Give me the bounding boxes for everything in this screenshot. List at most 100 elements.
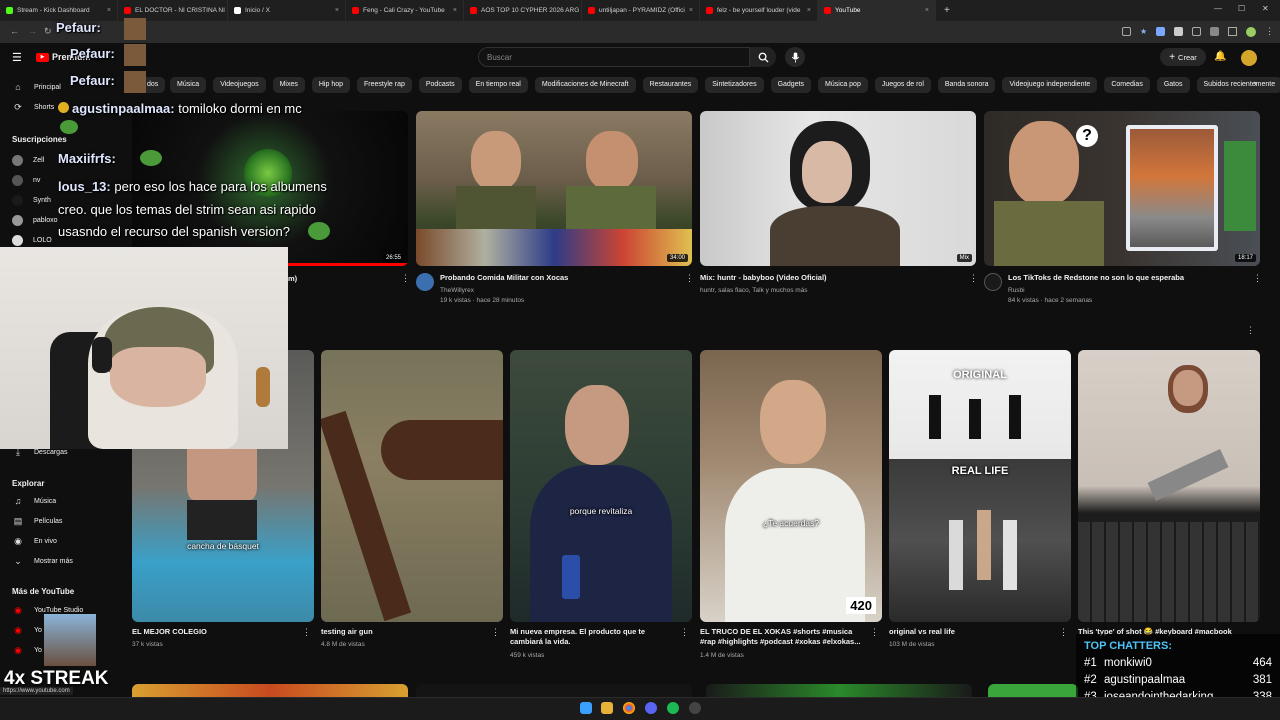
close-tab-icon[interactable]: × [685,7,693,14]
browser-tab[interactable]: AOS TOP 10 CYPHER 2026 ARG× [464,0,582,21]
short-menu-icon[interactable]: ⋮ [680,627,689,638]
category-chip[interactable]: Videojuego independiente [1002,77,1098,93]
extension-icon[interactable] [1192,27,1202,36]
channel-name[interactable]: Rusbi [1008,286,1025,295]
create-button[interactable]: + Crear [1160,48,1206,66]
video-title[interactable]: Probando Comida Militar con Xocas [440,273,568,283]
sidebar-item-youtube-kids[interactable]: ◉ Yo [12,645,42,656]
browser-tab[interactable]: untiljapan - PYRAMIDZ (Offici × [582,0,700,21]
category-chip[interactable]: Música [170,77,207,93]
close-tab-icon[interactable]: × [921,7,929,14]
subscription-item[interactable]: Zell [12,155,44,166]
category-chip[interactable]: Música pop [818,77,868,93]
video-thumbnail[interactable]: Mix [700,111,976,266]
extension-icon[interactable] [1156,27,1166,36]
video-menu-icon[interactable]: ⋮ [401,273,410,284]
extension-icon[interactable] [1210,27,1220,36]
chips-next-icon[interactable]: › [1254,78,1257,88]
search-button[interactable] [749,47,776,67]
short-title[interactable]: EL TRUCO DE EL XOKAS #shorts #musica #ra… [700,627,865,647]
notifications-icon[interactable]: 🔔 [1214,51,1226,62]
sidebar-item-musica[interactable]: ♫ Música [12,496,57,506]
file-explorer-icon[interactable] [601,702,613,714]
extension-icon[interactable] [1174,27,1184,36]
category-chip[interactable]: Comedias [1104,77,1150,93]
video-menu-icon[interactable]: ⋮ [1253,273,1262,284]
profile-avatar[interactable] [1246,27,1257,37]
menu-icon[interactable]: ☰ [12,51,22,64]
category-chip[interactable]: Subidos recientemente [1196,77,1280,93]
account-avatar[interactable] [1241,50,1257,66]
category-chip[interactable]: Videojuegos [213,77,266,93]
channel-name[interactable]: TheWillyrex [440,286,474,295]
short-thumbnail[interactable] [1078,350,1260,622]
category-chip[interactable]: Mixes [272,77,305,93]
short-title[interactable]: original vs real life [889,627,1049,637]
extension-icon[interactable] [1122,27,1131,36]
discord-icon[interactable] [645,702,657,714]
close-tab-icon[interactable]: × [103,7,111,14]
short-title[interactable]: testing air gun [321,627,481,637]
browser-menu-icon[interactable]: ⋮ [1265,27,1274,37]
minimize-icon[interactable]: — [1214,4,1222,13]
category-chip[interactable]: Modificaciones de Minecraft [534,77,636,93]
browser-tab[interactable]: YouTube × [818,0,936,21]
shorts-section-menu-icon[interactable]: ⋮ [1246,325,1255,336]
spotify-icon[interactable] [667,702,679,714]
browser-tab[interactable]: Feng - Cali Crazy - YouTube × [346,0,464,21]
video-title[interactable]: m) [288,274,297,284]
video-title[interactable]: Mix: huntr - babyboo (Video Oficial) [700,273,827,283]
extension-icon[interactable] [1228,27,1238,36]
browser-tab[interactable]: Inicio / X × [228,0,346,21]
video-thumbnail[interactable] [706,684,972,697]
short-menu-icon[interactable]: ⋮ [870,627,879,638]
category-chip[interactable]: Sintetizadores [705,77,764,93]
close-tab-icon[interactable]: × [449,7,457,14]
subscription-item[interactable]: nv [12,175,40,186]
video-thumbnail[interactable]: 34:00 [416,111,692,266]
short-thumbnail[interactable]: ¿Te acuerdas? 420 [700,350,882,622]
obs-icon[interactable] [689,702,701,714]
short-thumbnail[interactable] [321,350,503,622]
close-tab-icon[interactable]: × [331,7,339,14]
short-menu-icon[interactable]: ⋮ [302,627,311,638]
back-icon[interactable]: ← [10,26,19,36]
voice-search-button[interactable] [785,47,805,67]
video-thumbnail[interactable] [132,684,408,697]
channel-avatar[interactable] [984,273,1002,291]
category-chip[interactable]: Gadgets [770,77,812,93]
category-chip[interactable]: Freestyle rap [357,77,412,93]
maximize-icon[interactable]: ☐ [1238,4,1245,13]
sidebar-item-principal[interactable]: ⌂ Principal [12,82,61,92]
address-bar[interactable]: ← → ↻ ★ ⋮ [0,21,1280,43]
video-thumbnail[interactable] [416,684,692,697]
subscription-item[interactable]: Synth [12,195,51,206]
bookmark-star-icon[interactable]: ★ [1140,27,1147,37]
short-menu-icon[interactable]: ⋮ [491,627,500,638]
category-chip[interactable]: Banda sonora [937,77,996,93]
short-menu-icon[interactable]: ⋮ [1059,627,1068,638]
forward-icon[interactable]: → [28,26,37,36]
category-chip[interactable]: Gatos [1156,77,1190,93]
sidebar-item-peliculas[interactable]: ▤ Películas [12,516,63,527]
category-chip[interactable]: Restaurantes [642,77,699,93]
sidebar-item-mostrar-mas[interactable]: ⌄ Mostrar más [12,556,73,567]
browser-tab[interactable]: felz - be yourself louder (vide × [700,0,818,21]
search-input[interactable]: Buscar [478,47,776,67]
video-title[interactable]: Los TikToks de Redstone no son lo que es… [1008,273,1184,283]
short-thumbnail[interactable]: ORIGINAL REAL LIFE [889,350,1071,622]
subscription-item[interactable]: pabloxo [12,215,58,226]
short-title[interactable]: EL MEJOR COLEGIO [132,627,292,637]
category-chip[interactable]: Hip hop [311,77,351,93]
subscriptions-heading[interactable]: Suscripciones [12,135,67,144]
sidebar-item-shorts[interactable]: ⟳ Shorts [12,102,54,113]
video-thumbnail[interactable] [988,684,1078,697]
video-menu-icon[interactable]: ⋮ [969,273,978,284]
category-chip[interactable]: En tiempo real [468,77,528,93]
video-menu-icon[interactable]: ⋮ [685,273,694,284]
browser-tab[interactable]: Stream - Kick Dashboard × [0,0,118,21]
short-thumbnail[interactable]: porque revitaliza [510,350,692,622]
sidebar-item-youtube-music[interactable]: ◉ Yo [12,625,42,636]
reload-icon[interactable]: ↻ [44,26,52,37]
windows-start-icon[interactable] [580,702,592,714]
